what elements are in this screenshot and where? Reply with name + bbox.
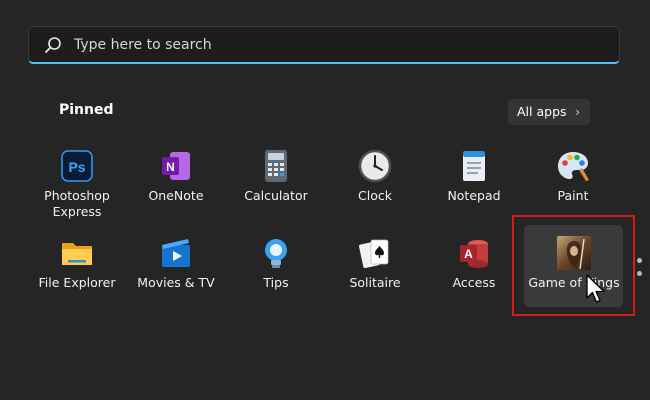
tips-icon (265, 239, 287, 268)
search-icon (45, 37, 61, 53)
notepad-icon (463, 151, 485, 181)
app-label: Calculator (244, 188, 308, 203)
app-label: OneNote (148, 188, 204, 203)
clock-icon (358, 149, 392, 183)
app-label: Tips (263, 275, 289, 290)
pinned-app-access[interactable]: A Access (424, 235, 524, 317)
onenote-icon: N (162, 152, 190, 180)
svg-text:A: A (464, 247, 473, 261)
pinned-app-movies-tv[interactable]: Movies & TV (126, 235, 226, 317)
app-label: Clock (358, 188, 392, 203)
search-placeholder: Type here to search (74, 37, 212, 53)
svg-text:Ps: Ps (68, 159, 85, 175)
pinned-app-file-explorer[interactable]: File Explorer (27, 235, 127, 317)
search-box[interactable]: Type here to search (28, 26, 620, 64)
paint-icon (558, 152, 589, 181)
pinned-app-tips[interactable]: Tips (226, 235, 326, 317)
pinned-app-solitaire[interactable]: Solitaire (325, 235, 425, 317)
pinned-app-notepad[interactable]: Notepad (424, 148, 524, 230)
svg-text:N: N (166, 160, 175, 174)
access-icon: A (460, 240, 488, 268)
pinned-app-calculator[interactable]: Calculator (226, 148, 326, 230)
all-apps-button[interactable]: All apps › (508, 99, 590, 125)
pinned-app-onenote[interactable]: N OneNote (126, 148, 226, 230)
chevron-right-icon: › (575, 105, 580, 119)
mouse-cursor-icon (586, 274, 605, 303)
movies-tv-icon (162, 239, 190, 267)
app-label: File Explorer (38, 275, 116, 290)
app-label: Solitaire (349, 275, 401, 290)
photoshop-express-icon: Ps (61, 150, 93, 182)
pinned-app-photoshop-express[interactable]: Ps Photoshop Express (27, 148, 127, 230)
pinned-heading: Pinned (59, 102, 114, 118)
app-label: Access (452, 275, 496, 290)
solitaire-icon (359, 239, 389, 269)
start-menu-panel: Type here to search Pinned All apps › Ps… (0, 0, 650, 400)
all-apps-label: All apps (517, 104, 567, 119)
app-label: Paint (557, 188, 589, 203)
page-dot[interactable] (637, 271, 642, 276)
pinned-app-clock[interactable]: Clock (325, 148, 425, 230)
app-label: Photoshop Express (44, 188, 110, 219)
highlight-box (512, 215, 635, 316)
calculator-icon (265, 150, 287, 182)
app-label: Movies & TV (137, 275, 215, 290)
page-dot[interactable] (637, 258, 642, 263)
app-label: Notepad (447, 188, 501, 203)
page-indicator[interactable] (637, 258, 642, 284)
file-explorer-icon (62, 243, 92, 265)
